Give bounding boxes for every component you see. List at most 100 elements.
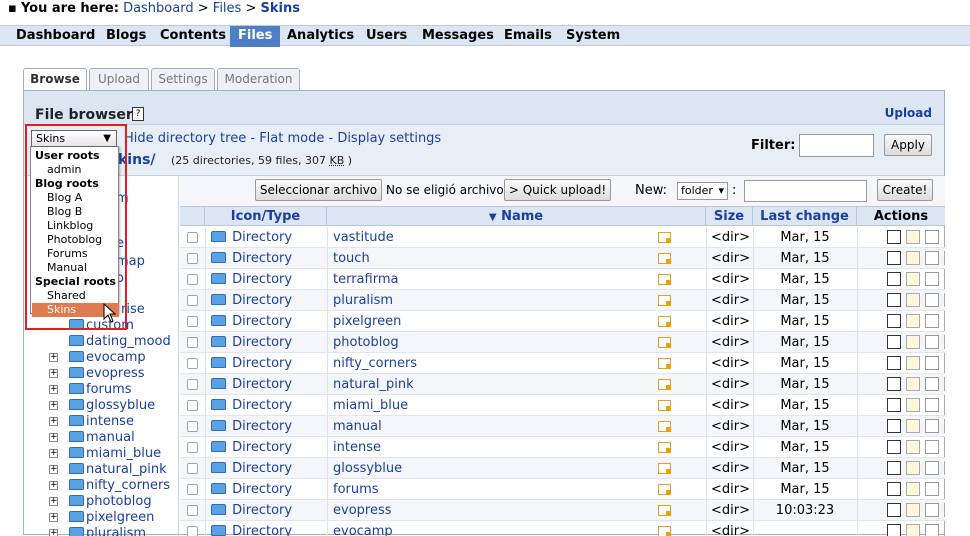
expand-icon[interactable]: +: [49, 481, 58, 490]
dropdown-option[interactable]: Manual: [32, 261, 119, 275]
name-cell[interactable]: intense: [333, 437, 381, 458]
name-cell[interactable]: pluralism: [333, 290, 393, 311]
row-checkbox[interactable]: [187, 463, 198, 474]
move-icon[interactable]: [906, 356, 920, 370]
tree-item[interactable]: + nifty_corners: [49, 478, 170, 494]
tree-item[interactable]: + pixelgreen: [49, 510, 154, 526]
move-icon[interactable]: [906, 230, 920, 244]
open-in-window-icon[interactable]: [658, 526, 671, 536]
tab-moderation[interactable]: Moderation: [217, 68, 300, 90]
expand-icon[interactable]: +: [49, 449, 58, 458]
edit-properties-icon[interactable]: [887, 230, 901, 244]
root-select[interactable]: Skins ▼: [31, 130, 117, 147]
dropdown-option[interactable]: Linkblog: [32, 219, 119, 233]
nav-blogs[interactable]: Blogs: [106, 26, 146, 47]
header-icon-type[interactable]: Icon/Type: [205, 207, 327, 226]
nav-files[interactable]: Files: [230, 26, 281, 47]
row-checkbox[interactable]: [187, 505, 198, 516]
name-cell[interactable]: glossyblue: [333, 458, 402, 479]
tree-partial-item[interactable]: rise: [121, 302, 145, 318]
nav-analytics[interactable]: Analytics: [287, 26, 354, 47]
type-cell[interactable]: Directory: [211, 290, 292, 311]
delete-icon[interactable]: ✕: [944, 503, 945, 517]
type-cell[interactable]: Directory: [211, 437, 292, 458]
tree-item[interactable]: + evopress: [49, 366, 145, 382]
header-size[interactable]: Size: [706, 207, 753, 226]
move-icon[interactable]: [906, 335, 920, 349]
dropdown-option[interactable]: Shared: [32, 289, 119, 303]
table-row[interactable]: Directory nifty_corners <dir> Mar, 15 ✕: [180, 353, 945, 374]
copy-icon[interactable]: [925, 482, 939, 496]
nav-messages[interactable]: Messages: [422, 26, 494, 47]
header-name[interactable]: ▼ Name: [327, 207, 706, 226]
edit-properties-icon[interactable]: [887, 377, 901, 391]
type-cell[interactable]: Directory: [211, 248, 292, 269]
tab-browse[interactable]: Browse: [23, 68, 87, 91]
open-in-window-icon[interactable]: [658, 358, 671, 369]
type-cell[interactable]: Directory: [211, 500, 292, 521]
copy-icon[interactable]: [925, 503, 939, 517]
move-icon[interactable]: [906, 272, 920, 286]
table-row[interactable]: Directory natural_pink <dir> Mar, 15 ✕: [180, 374, 945, 395]
open-in-window-icon[interactable]: [658, 421, 671, 432]
expand-icon[interactable]: +: [49, 401, 58, 410]
table-row[interactable]: Directory pixelgreen <dir> Mar, 15 ✕: [180, 311, 945, 332]
breadcrumb-current[interactable]: Skins: [261, 1, 300, 16]
move-icon[interactable]: [906, 503, 920, 517]
move-icon[interactable]: [906, 524, 920, 536]
delete-icon[interactable]: ✕: [944, 335, 945, 349]
expand-icon[interactable]: +: [49, 353, 58, 362]
tree-item[interactable]: custom: [69, 318, 134, 334]
open-in-window-icon[interactable]: [658, 400, 671, 411]
row-checkbox[interactable]: [187, 232, 198, 243]
nav-dashboard[interactable]: Dashboard: [16, 26, 95, 47]
type-cell[interactable]: Directory: [211, 353, 292, 374]
flat-mode-link[interactable]: Flat mode: [259, 131, 324, 146]
delete-icon[interactable]: ✕: [944, 251, 945, 265]
tree-item[interactable]: + photoblog: [49, 494, 152, 510]
open-in-window-icon[interactable]: [658, 379, 671, 390]
delete-icon[interactable]: ✕: [944, 377, 945, 391]
edit-properties-icon[interactable]: [887, 461, 901, 475]
copy-icon[interactable]: [925, 377, 939, 391]
open-in-window-icon[interactable]: [658, 442, 671, 453]
copy-icon[interactable]: [925, 419, 939, 433]
row-checkbox[interactable]: [187, 253, 198, 264]
dropdown-option[interactable]: Blog B: [32, 205, 119, 219]
open-in-window-icon[interactable]: [658, 253, 671, 264]
type-cell[interactable]: Directory: [211, 479, 292, 500]
dropdown-option[interactable]: Photoblog: [32, 233, 119, 247]
row-checkbox[interactable]: [187, 400, 198, 411]
name-cell[interactable]: nifty_corners: [333, 353, 417, 374]
tree-item[interactable]: + miami_blue: [49, 446, 161, 462]
expand-icon[interactable]: +: [49, 465, 58, 474]
quick-upload-button[interactable]: > Quick upload!: [504, 179, 611, 201]
type-cell[interactable]: Directory: [211, 269, 292, 290]
name-cell[interactable]: miami_blue: [333, 395, 408, 416]
table-row[interactable]: Directory forums <dir> Mar, 15 ✕: [180, 479, 945, 500]
dropdown-option[interactable]: admin: [32, 163, 119, 177]
edit-properties-icon[interactable]: [887, 503, 901, 517]
delete-icon[interactable]: ✕: [944, 398, 945, 412]
move-icon[interactable]: [906, 377, 920, 391]
copy-icon[interactable]: [925, 440, 939, 454]
open-in-window-icon[interactable]: [658, 505, 671, 516]
edit-properties-icon[interactable]: [887, 335, 901, 349]
expand-icon[interactable]: +: [49, 433, 58, 442]
row-checkbox[interactable]: [187, 526, 198, 536]
edit-properties-icon[interactable]: [887, 272, 901, 286]
edit-properties-icon[interactable]: [887, 314, 901, 328]
choose-file-button[interactable]: Seleccionar archivo: [255, 179, 382, 201]
type-cell[interactable]: Directory: [211, 521, 292, 536]
table-row[interactable]: Directory photoblog <dir> Mar, 15 ✕: [180, 332, 945, 353]
table-row[interactable]: Directory manual <dir> Mar, 15 ✕: [180, 416, 945, 437]
edit-properties-icon[interactable]: [887, 251, 901, 265]
copy-icon[interactable]: [925, 461, 939, 475]
move-icon[interactable]: [906, 461, 920, 475]
filter-input[interactable]: [799, 134, 874, 157]
move-icon[interactable]: [906, 482, 920, 496]
display-settings-link[interactable]: Display settings: [337, 131, 441, 146]
edit-properties-icon[interactable]: [887, 482, 901, 496]
type-cell[interactable]: Directory: [211, 227, 292, 248]
new-type-select[interactable]: folder ▾: [677, 182, 728, 200]
